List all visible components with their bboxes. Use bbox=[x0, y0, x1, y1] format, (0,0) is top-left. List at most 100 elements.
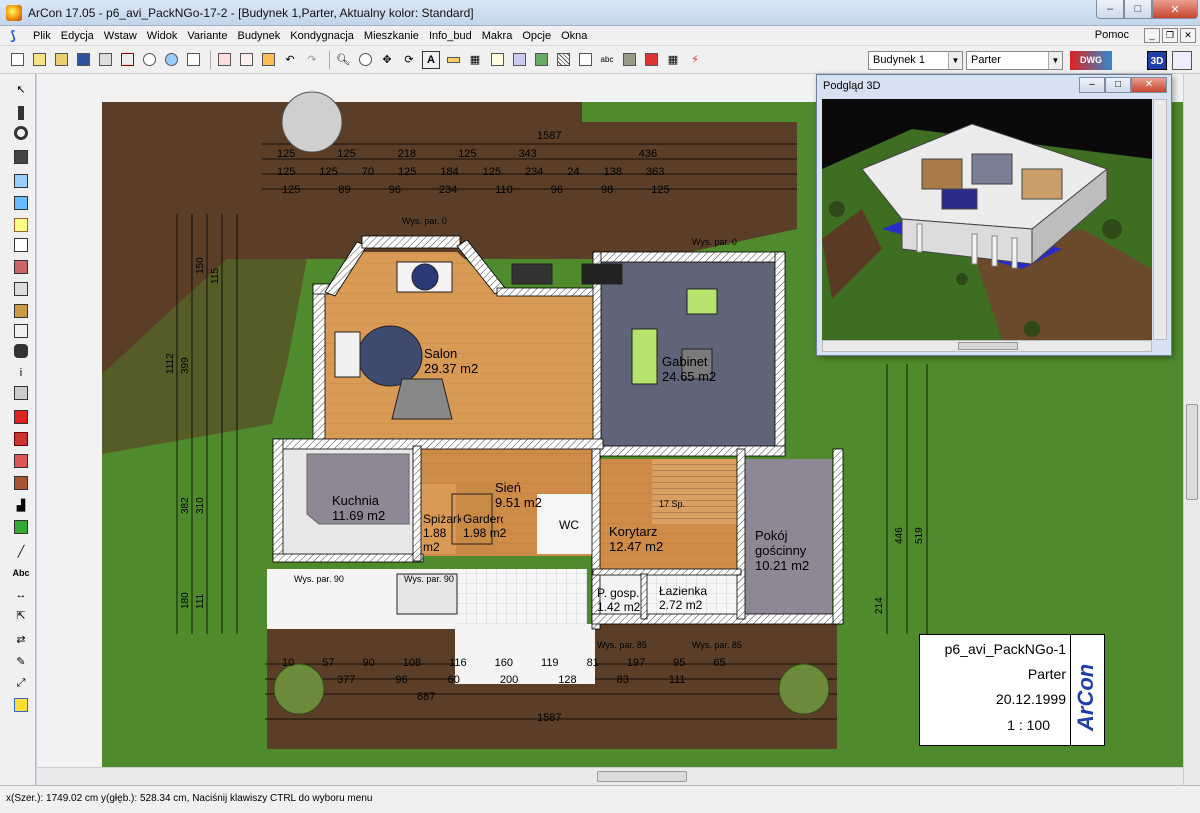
preview-close-button[interactable]: ✕ bbox=[1131, 77, 1167, 93]
menu-budynek[interactable]: Budynek bbox=[234, 30, 287, 42]
wizard-tool-icon[interactable] bbox=[12, 696, 30, 714]
terrain-tool-icon[interactable] bbox=[12, 474, 30, 492]
select-tool-icon[interactable]: ↖ bbox=[12, 80, 30, 98]
zoom-out-icon[interactable] bbox=[356, 51, 374, 69]
door-tool-icon[interactable] bbox=[12, 172, 30, 190]
lightning-icon[interactable]: ⚡︎ bbox=[686, 51, 704, 69]
refresh-icon[interactable]: ⟳ bbox=[400, 51, 418, 69]
column-tool-icon[interactable] bbox=[12, 148, 30, 166]
maximize-button[interactable]: □ bbox=[1124, 0, 1152, 19]
preview-maximize-button[interactable]: □ bbox=[1105, 77, 1131, 93]
texture-tool-icon[interactable] bbox=[12, 452, 30, 470]
color-tool-icon[interactable] bbox=[12, 408, 30, 426]
menu-edycja[interactable]: Edycja bbox=[58, 30, 101, 42]
texture-icon[interactable] bbox=[620, 51, 638, 69]
area-dimension-tool-icon[interactable]: ⇱ bbox=[12, 606, 30, 624]
vertical-scrollbar[interactable] bbox=[1183, 74, 1200, 785]
building-select[interactable]: Budynek 1 ▼ bbox=[868, 51, 963, 70]
terrain-icon[interactable] bbox=[532, 51, 550, 69]
dwg-export-button[interactable]: DWG bbox=[1070, 51, 1112, 70]
preview-scroll-thumb[interactable] bbox=[958, 342, 1018, 350]
menu-wstaw[interactable]: Wstaw bbox=[101, 30, 144, 42]
marker-tool-icon[interactable]: ✎ bbox=[12, 652, 30, 670]
wall-tool-icon[interactable] bbox=[12, 104, 30, 122]
properties-icon[interactable] bbox=[184, 51, 202, 69]
view-2d-button[interactable] bbox=[1172, 51, 1192, 70]
window-title: ArCon 17.05 - p6_avi_PackNGo-17-2 - [Bud… bbox=[28, 5, 474, 20]
layers-icon[interactable] bbox=[510, 51, 528, 69]
measure-icon[interactable] bbox=[444, 51, 462, 69]
email-icon[interactable] bbox=[140, 51, 158, 69]
open-icon[interactable] bbox=[30, 51, 48, 69]
print-icon[interactable] bbox=[96, 51, 114, 69]
preview-minimize-button[interactable]: – bbox=[1079, 77, 1105, 93]
cut-icon[interactable] bbox=[215, 51, 233, 69]
color-icon[interactable] bbox=[642, 51, 660, 69]
plant-tool-icon[interactable] bbox=[12, 518, 30, 536]
roof-tool-icon[interactable] bbox=[12, 302, 30, 320]
preview-3d-viewport[interactable] bbox=[822, 99, 1152, 340]
round-wall-tool-icon[interactable] bbox=[12, 124, 30, 142]
menu-variante[interactable]: Variante bbox=[184, 30, 234, 42]
minimize-button[interactable]: – bbox=[1096, 0, 1124, 19]
menu-mieszkanie[interactable]: Mieszkanie bbox=[361, 30, 426, 42]
mdi-controls: _ ❐ ✕ bbox=[1144, 28, 1196, 43]
floor-select[interactable]: Parter ▼ bbox=[966, 51, 1063, 70]
view-3d-button[interactable]: 3D bbox=[1147, 51, 1167, 70]
menu-pomoc[interactable]: Pomoc bbox=[1092, 29, 1136, 41]
mdi-restore-button[interactable]: ❐ bbox=[1162, 28, 1178, 43]
preview-vertical-scrollbar[interactable] bbox=[1153, 99, 1167, 340]
menu-widok[interactable]: Widok bbox=[144, 30, 185, 42]
mdi-close-button[interactable]: ✕ bbox=[1180, 28, 1196, 43]
vertical-scroll-thumb[interactable] bbox=[1186, 404, 1198, 500]
grid-icon[interactable]: ▦ bbox=[466, 51, 484, 69]
menu-opcje[interactable]: Opcje bbox=[519, 30, 558, 42]
zoom-icon[interactable]: 🔍︎ bbox=[334, 51, 352, 69]
menu-info-bud[interactable]: Info_bud bbox=[426, 30, 479, 42]
horizontal-scrollbar[interactable] bbox=[37, 767, 1183, 785]
stair-tool-icon[interactable] bbox=[12, 258, 30, 276]
hpgl-icon[interactable] bbox=[488, 51, 506, 69]
abc-label-icon[interactable]: abc bbox=[598, 51, 616, 69]
new-icon[interactable] bbox=[8, 51, 26, 69]
chart-tool-icon[interactable]: ▟ bbox=[12, 496, 30, 514]
info-tool-icon[interactable]: i bbox=[12, 364, 30, 382]
symbol-tool-icon[interactable]: ⇄ bbox=[12, 630, 30, 648]
text-icon[interactable]: A bbox=[422, 50, 440, 69]
menu-plik[interactable]: Plik bbox=[30, 30, 58, 42]
menu-makra[interactable]: Makra bbox=[479, 30, 520, 42]
measure-tool-icon[interactable]: ⤢ bbox=[12, 674, 30, 692]
dimension-tool-icon[interactable]: ↔ bbox=[12, 586, 30, 604]
niche-tool-icon[interactable] bbox=[12, 236, 30, 254]
copy-icon[interactable] bbox=[237, 51, 255, 69]
open-folder-icon[interactable] bbox=[52, 51, 70, 69]
save-icon[interactable] bbox=[74, 51, 92, 69]
redo-icon[interactable]: ↷ bbox=[303, 51, 321, 69]
grid-snap-icon[interactable]: ▦ bbox=[664, 51, 682, 69]
web-icon[interactable] bbox=[162, 51, 180, 69]
preview-horizontal-scrollbar[interactable] bbox=[822, 340, 1152, 352]
window-tool-icon[interactable] bbox=[12, 194, 30, 212]
undo-icon[interactable]: ↶ bbox=[281, 51, 299, 69]
arlr-icon[interactable] bbox=[118, 51, 136, 69]
dormer-tool-icon[interactable] bbox=[12, 322, 30, 340]
sill-label: Wys. par. 0 bbox=[692, 237, 737, 247]
mdi-minimize-button[interactable]: _ bbox=[1144, 28, 1160, 43]
furniture-tool-icon[interactable] bbox=[12, 342, 30, 360]
hatch-icon[interactable] bbox=[554, 51, 572, 69]
arcon-menu-icon[interactable]: ⟆ bbox=[10, 28, 26, 43]
menu-kondygnacja[interactable]: Kondygnacja bbox=[287, 30, 361, 42]
slab-tool-icon[interactable] bbox=[12, 280, 30, 298]
dims-icon[interactable] bbox=[576, 51, 594, 69]
opening-tool-icon[interactable] bbox=[12, 216, 30, 234]
close-button[interactable]: ✕ bbox=[1152, 0, 1198, 19]
paste-icon[interactable] bbox=[259, 51, 277, 69]
menu-okna[interactable]: Okna bbox=[558, 30, 594, 42]
material-tool-icon[interactable] bbox=[12, 430, 30, 448]
room-tool-icon[interactable] bbox=[12, 384, 30, 402]
dim-bottom-total: 1587 bbox=[537, 712, 562, 724]
horizontal-scroll-thumb[interactable] bbox=[597, 771, 687, 782]
pan-icon[interactable]: ✥ bbox=[378, 51, 396, 69]
text-tool-icon[interactable]: Abc bbox=[12, 564, 30, 582]
line-tool-icon[interactable]: ╱ bbox=[12, 542, 30, 560]
